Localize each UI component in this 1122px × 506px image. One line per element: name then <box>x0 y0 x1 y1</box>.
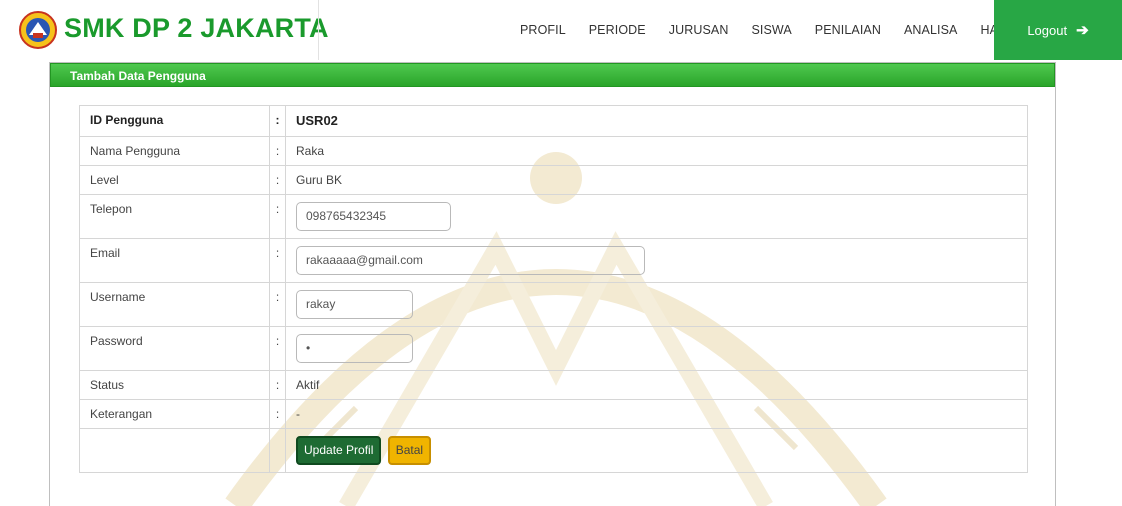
separator: : <box>269 165 286 195</box>
id-value: USR02 <box>285 105 1028 137</box>
update-profile-button[interactable]: Update Profil <box>296 436 382 465</box>
separator: : <box>269 238 286 283</box>
level-label: Level <box>79 165 270 195</box>
separator: : <box>269 136 286 166</box>
id-label: ID Pengguna <box>79 105 270 137</box>
table-row: Username : rakay <box>79 282 1028 327</box>
table-row: ID Pengguna : USR02 <box>79 105 1028 137</box>
main-nav: PROFIL PERIODE JURUSAN SISWA PENILAIAN A… <box>520 0 1040 60</box>
brand-divider <box>318 0 319 60</box>
logout-label: Logout <box>1027 22 1068 38</box>
table-row: Password : • <box>79 326 1028 371</box>
arrow-right-icon: ➔ <box>1076 22 1089 39</box>
email-label: Email <box>79 238 270 283</box>
telepon-cell: 098765432345 <box>285 194 1028 239</box>
separator: : <box>269 105 286 137</box>
user-form-panel: Tambah Data Pengguna ID Pengguna : USR02… <box>49 62 1056 506</box>
table-row: Email : rakaaaaa@gmail.com <box>79 238 1028 283</box>
separator: : <box>269 282 286 327</box>
username-cell: rakay <box>285 282 1028 327</box>
actions-cell: Update Profil Batal <box>285 428 1028 473</box>
nav-jurusan[interactable]: JURUSAN <box>669 23 729 37</box>
email-input[interactable]: rakaaaaa@gmail.com <box>296 246 645 275</box>
separator-empty <box>269 428 286 473</box>
nav-penilaian[interactable]: PENILAIAN <box>815 23 881 37</box>
separator: : <box>269 326 286 371</box>
table-row: Nama Pengguna : Raka <box>79 136 1028 166</box>
keterangan-value: - <box>285 399 1028 429</box>
password-cell: • <box>285 326 1028 371</box>
school-logo-icon <box>19 11 57 49</box>
top-navbar: SMK DP 2 JAKARTA PROFIL PERIODE JURUSAN … <box>0 0 1122 60</box>
logout-button[interactable]: Logout ➔ <box>994 0 1122 60</box>
actions-label <box>79 428 270 473</box>
username-input[interactable]: rakay <box>296 290 413 319</box>
user-form-table: ID Pengguna : USR02 Nama Pengguna : Raka… <box>79 105 1028 473</box>
nav-analisa[interactable]: ANALISA <box>904 23 958 37</box>
table-row: Keterangan : - <box>79 399 1028 429</box>
table-row: Level : Guru BK <box>79 165 1028 195</box>
email-cell: rakaaaaa@gmail.com <box>285 238 1028 283</box>
nav-siswa[interactable]: SISWA <box>751 23 791 37</box>
panel-title: Tambah Data Pengguna <box>50 63 1055 87</box>
table-row: Update Profil Batal <box>79 428 1028 473</box>
separator: : <box>269 399 286 429</box>
telepon-label: Telepon <box>79 194 270 239</box>
nama-label: Nama Pengguna <box>79 136 270 166</box>
separator: : <box>269 370 286 400</box>
table-row: Telepon : 098765432345 <box>79 194 1028 239</box>
table-row: Status : Aktif <box>79 370 1028 400</box>
nav-profil[interactable]: PROFIL <box>520 23 566 37</box>
level-value: Guru BK <box>285 165 1028 195</box>
separator: : <box>269 194 286 239</box>
password-input[interactable]: • <box>296 334 413 363</box>
cancel-button[interactable]: Batal <box>387 436 432 465</box>
nama-value: Raka <box>285 136 1028 166</box>
username-label: Username <box>79 282 270 327</box>
keterangan-label: Keterangan <box>79 399 270 429</box>
telepon-input[interactable]: 098765432345 <box>296 202 451 231</box>
status-value: Aktif <box>285 370 1028 400</box>
password-label: Password <box>79 326 270 371</box>
status-label: Status <box>79 370 270 400</box>
brand-title[interactable]: SMK DP 2 JAKARTA <box>64 13 329 44</box>
nav-periode[interactable]: PERIODE <box>589 23 646 37</box>
